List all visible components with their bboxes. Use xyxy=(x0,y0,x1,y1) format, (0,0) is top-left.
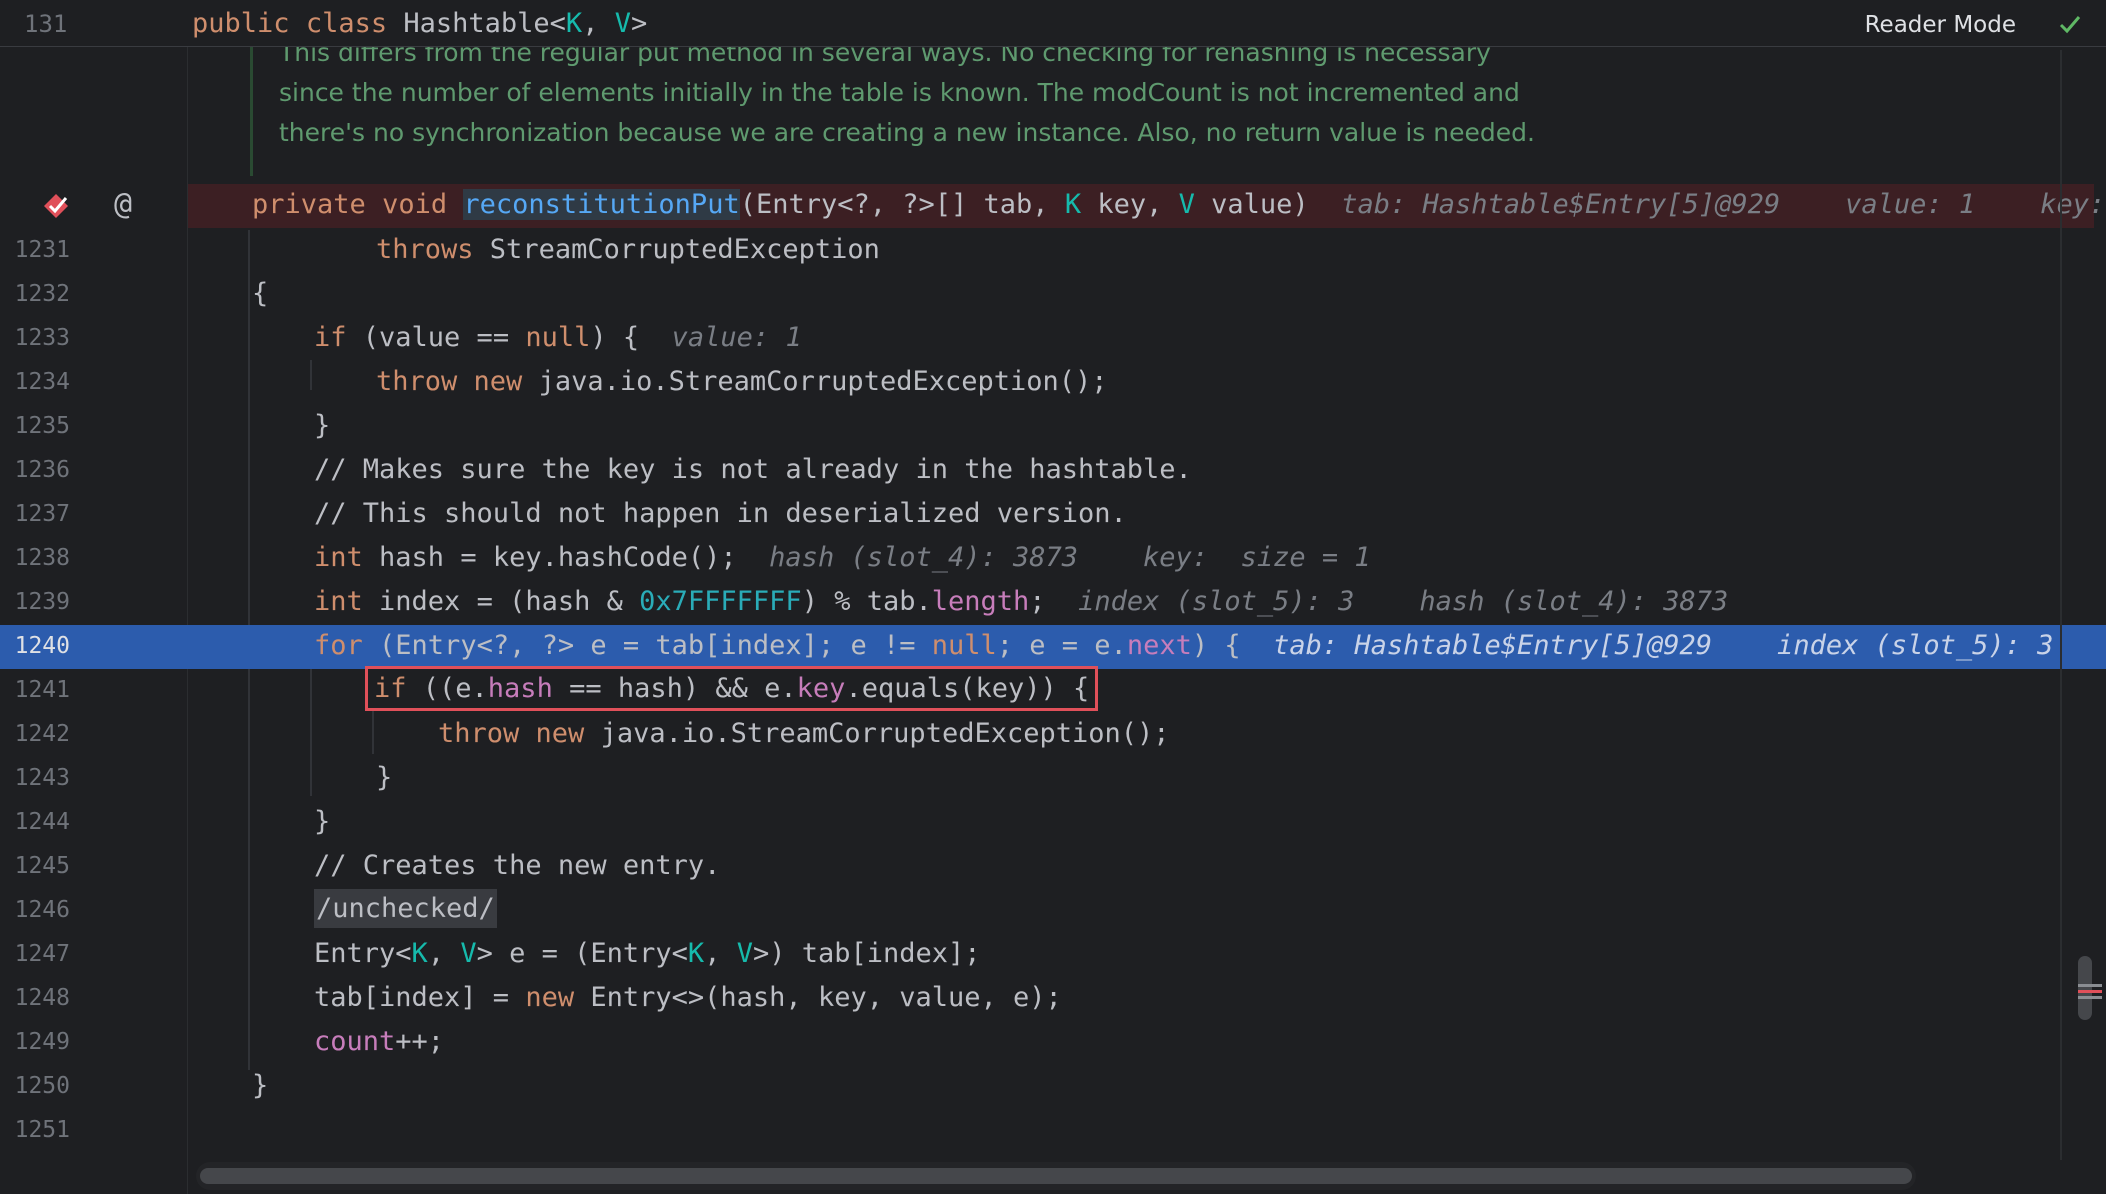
reader-mode-toggle[interactable]: Reader Mode xyxy=(1865,12,2016,38)
implementation-marker-icon[interactable]: @ xyxy=(114,187,132,222)
current-execution-line[interactable]: 1240 for (Entry<?, ?> e = tab[index]; e … xyxy=(0,625,2106,669)
method-declaration: private void reconstitutionPut(Entry<?, … xyxy=(252,189,2106,220)
code-line[interactable]: 1251 xyxy=(0,1109,2106,1153)
error-stripe-marker-icon[interactable] xyxy=(2078,982,2102,1002)
line-number: 131 xyxy=(24,10,68,38)
code-line[interactable]: 1248 tab[index] = new Entry<>(hash, key,… xyxy=(0,977,2106,1021)
debug-inline-values: value: 1 xyxy=(671,322,802,353)
code-line[interactable]: 1250 } xyxy=(0,1065,2106,1109)
code-line[interactable]: 1243 } xyxy=(0,757,2106,801)
code-line[interactable]: 1249 count++; xyxy=(0,1021,2106,1065)
code-line[interactable]: 1246 /unchecked/ xyxy=(0,889,2106,933)
debug-inline-values: hash (slot_4): 3873 key: size = 1 xyxy=(769,542,1371,573)
code-line[interactable]: 1242 throw new java.io.StreamCorruptedEx… xyxy=(0,713,2106,757)
horizontal-scrollbar-thumb[interactable] xyxy=(200,1168,1912,1184)
highlighted-condition: if ((e.hash == hash) && e.key.equals(key… xyxy=(364,666,1099,711)
annotation-chip: /unchecked/ xyxy=(314,889,497,928)
checkmark-icon[interactable] xyxy=(2056,10,2084,38)
code-line[interactable]: 1236 // Makes sure the key is not alread… xyxy=(0,449,2106,493)
code-line[interactable]: 1233 if (value == null) { value: 1 xyxy=(0,317,2106,361)
code-line[interactable]: 1232 { xyxy=(0,273,2106,317)
doc-line: there's no synchronization because we ar… xyxy=(279,118,1535,147)
horizontal-scrollbar[interactable] xyxy=(196,1162,1916,1190)
sticky-class-header[interactable]: 131 public class Hashtable<K, V> Reader … xyxy=(0,0,2106,47)
debug-inline-values: tab: Hashtable$Entry[5]@929 value: 1 key… xyxy=(1341,189,2106,220)
code-line[interactable]: 1245 // Creates the new entry. xyxy=(0,845,2106,889)
code-line[interactable]: 1238 int hash = key.hashCode(); hash (sl… xyxy=(0,537,2106,581)
code-line[interactable]: 1231 throws StreamCorruptedException xyxy=(0,229,2106,273)
doc-line: since the number of elements initially i… xyxy=(279,78,1520,107)
debug-inline-values: tab: Hashtable$Entry[5]@929 index (slot_… xyxy=(1273,630,2054,661)
debug-inline-values: index (slot_5): 3 hash (slot_4): 3873 xyxy=(1078,586,1729,617)
class-declaration: public class Hashtable<K, V> xyxy=(192,8,648,39)
code-line[interactable]: 1235 } xyxy=(0,405,2106,449)
javadoc-comment: This differs from the regular put method… xyxy=(250,36,1553,176)
method-breakpoint-icon[interactable] xyxy=(40,190,72,222)
code-line[interactable]: 1244 } xyxy=(0,801,2106,845)
code-line[interactable]: 1239 int index = (hash & 0x7FFFFFFF) % t… xyxy=(0,581,2106,625)
code-line[interactable]: 1237 // This should not happen in deseri… xyxy=(0,493,2106,537)
code-line[interactable]: 1234 throw new java.io.StreamCorruptedEx… xyxy=(0,361,2106,405)
editor-right-margin xyxy=(2060,50,2062,1160)
code-line[interactable]: 1247 Entry<K, V> e = (Entry<K, V>) tab[i… xyxy=(0,933,2106,977)
code-line[interactable]: 1241 if ((e.hash == hash) && e.key.equal… xyxy=(0,666,2106,713)
